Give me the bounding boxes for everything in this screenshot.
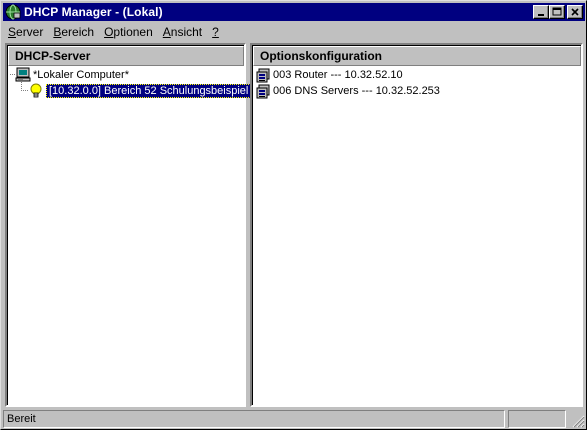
menu-mnemonic: ? [212,25,219,39]
minimize-button[interactable] [533,5,549,19]
maximize-icon [552,7,562,16]
menu-mnemonic: O [104,25,114,39]
minimize-icon [538,14,544,16]
options-pane-header[interactable]: Optionskonfiguration [253,46,581,66]
window-title: DHCP Manager - (Lokal) [24,5,163,19]
tree-item-scope[interactable]: [10.32.0.0] Bereich 52 Schulungsbeispiel [29,83,252,99]
menu-label: nsicht [170,25,203,39]
status-text: Bereit [3,410,505,428]
menu-bar: Server Bereich Optionen Ansicht ? [3,23,585,42]
menu-optionen[interactable]: Optionen [99,23,158,42]
computer-icon [15,67,31,82]
option-text: 006 DNS Servers --- 10.32.52.253 [273,85,440,97]
menu-mnemonic: S [8,25,17,39]
option-row-router[interactable]: 003 Router --- 10.32.52.10 [256,67,403,83]
close-button[interactable] [567,5,583,19]
menu-mnemonic: A [162,25,171,39]
selected-scope-label: [10.32.0.0] Bereich 52 Schulungsbeispiel [46,84,252,98]
close-icon [571,8,579,16]
tree-item-local-computer[interactable]: *Lokaler Computer* [15,67,129,83]
status-cell-empty [508,410,566,428]
option-icon [256,84,270,99]
maximize-button[interactable] [549,5,565,19]
title-bar[interactable]: DHCP Manager - (Lokal) [3,3,585,21]
menu-server[interactable]: Server [3,23,48,42]
menu-label: ptionen [113,25,153,39]
menu-label: erver [16,25,44,39]
application-window: DHCP Manager - (Lokal) Server Bereich Op… [0,0,587,430]
status-bar: Bereit [3,410,585,428]
tree-item-label: *Lokaler Computer* [33,69,129,81]
resize-grip-icon[interactable] [571,414,585,428]
option-text: 003 Router --- 10.32.52.10 [273,69,403,81]
menu-bereich[interactable]: Bereich [48,23,99,42]
menu-ansicht[interactable]: Ansicht [158,23,207,42]
lightbulb-icon [30,83,42,98]
server-tree-pane[interactable]: DHCP-Server *Lokaler Computer* [10.32.0.… [5,43,252,407]
option-row-dns[interactable]: 006 DNS Servers --- 10.32.52.253 [256,83,440,99]
menu-help[interactable]: ? [207,23,224,42]
options-pane[interactable]: Optionskonfiguration 003 Router --- 10.3… [250,43,583,407]
menu-label: ereich [61,25,95,39]
dhcp-app-icon [5,4,21,20]
option-icon [256,68,270,83]
